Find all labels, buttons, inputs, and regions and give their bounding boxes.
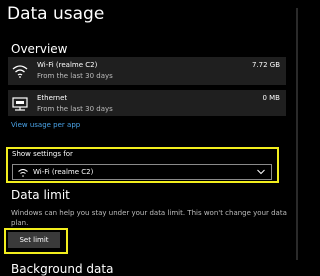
overview-heading: Overview: [11, 42, 68, 56]
wifi-icon: [18, 169, 28, 177]
row-name: Ethernet: [37, 94, 68, 102]
dropdown-selected-value: Wi-Fi (realme C2): [33, 168, 94, 176]
network-select-dropdown[interactable]: Wi-Fi (realme C2): [12, 164, 272, 180]
data-limit-description: Windows can help you stay under your dat…: [11, 209, 287, 227]
set-limit-button[interactable]: Set limit: [8, 232, 60, 248]
view-usage-per-app-link[interactable]: View usage per app: [11, 121, 80, 129]
page-title: Data usage: [7, 4, 105, 24]
background-data-heading: Background data: [11, 262, 114, 276]
row-name: Wi-Fi (realme C2): [37, 61, 98, 69]
chevron-down-icon: [257, 169, 265, 175]
ethernet-icon: [12, 97, 28, 111]
row-subtitle: From the last 30 days: [37, 72, 113, 80]
data-limit-heading: Data limit: [11, 188, 70, 202]
row-amount: 7.72 GB: [251, 61, 280, 69]
usage-row-ethernet[interactable]: Ethernet From the last 30 days 0 MB: [8, 90, 286, 116]
row-subtitle: From the last 30 days: [37, 105, 113, 113]
show-settings-label: Show settings for: [12, 150, 73, 158]
usage-row-wifi[interactable]: Wi-Fi (realme C2) From the last 30 days …: [8, 57, 286, 85]
wifi-icon: [12, 65, 28, 78]
row-amount: 0 MB: [262, 94, 280, 102]
scrollbar[interactable]: [296, 8, 298, 260]
